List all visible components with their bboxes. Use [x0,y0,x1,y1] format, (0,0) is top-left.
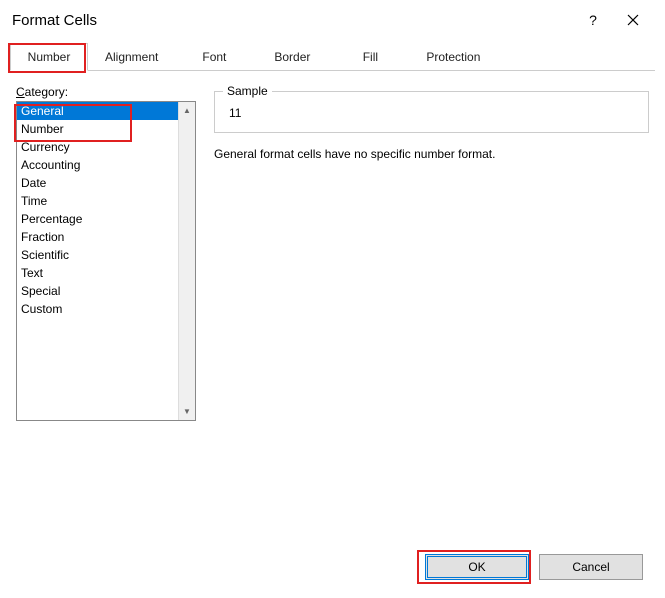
tab-fill[interactable]: Fill [331,43,409,71]
dialog-footer: OK Cancel [425,554,643,580]
category-item-special[interactable]: Special [17,282,178,300]
tab-number[interactable]: Number [10,43,88,71]
category-item-currency[interactable]: Currency [17,138,178,156]
tab-alignment[interactable]: Alignment [88,43,175,71]
category-item-number[interactable]: Number [17,120,178,138]
category-item-date[interactable]: Date [17,174,178,192]
category-item-percentage[interactable]: Percentage [17,210,178,228]
scroll-track[interactable] [179,119,195,403]
sample-value: 11 [225,102,638,120]
category-item-fraction[interactable]: Fraction [17,228,178,246]
ok-button[interactable]: OK [425,554,529,580]
cancel-button[interactable]: Cancel [539,554,643,580]
tab-protection[interactable]: Protection [409,43,497,71]
help-button[interactable]: ? [573,6,613,34]
scroll-down-icon[interactable]: ▼ [179,403,195,420]
tab-border[interactable]: Border [253,43,331,71]
category-label: Category: [16,85,196,99]
category-item-general[interactable]: General [17,102,178,120]
tab-strip: Number Alignment Font Border Fill Protec… [10,42,655,71]
close-icon [627,14,639,26]
category-list-items: General Number Currency Accounting Date … [17,102,178,420]
dialog-title: Format Cells [12,12,573,29]
category-item-text[interactable]: Text [17,264,178,282]
category-scrollbar[interactable]: ▲ ▼ [178,102,195,420]
category-item-accounting[interactable]: Accounting [17,156,178,174]
titlebar: Format Cells ? [0,0,665,36]
detail-column: Sample 11 General format cells have no s… [214,85,649,421]
category-item-scientific[interactable]: Scientific [17,246,178,264]
tab-font[interactable]: Font [175,43,253,71]
sample-group: Sample 11 [214,91,649,133]
category-column: Category: General Number Currency Accoun… [16,85,196,421]
close-button[interactable] [613,6,653,34]
sample-legend: Sample [223,84,272,98]
scroll-up-icon[interactable]: ▲ [179,102,195,119]
category-item-custom[interactable]: Custom [17,300,178,318]
format-description: General format cells have no specific nu… [214,147,649,161]
category-listbox[interactable]: General Number Currency Accounting Date … [16,101,196,421]
dialog-content: Category: General Number Currency Accoun… [0,71,665,421]
category-item-time[interactable]: Time [17,192,178,210]
